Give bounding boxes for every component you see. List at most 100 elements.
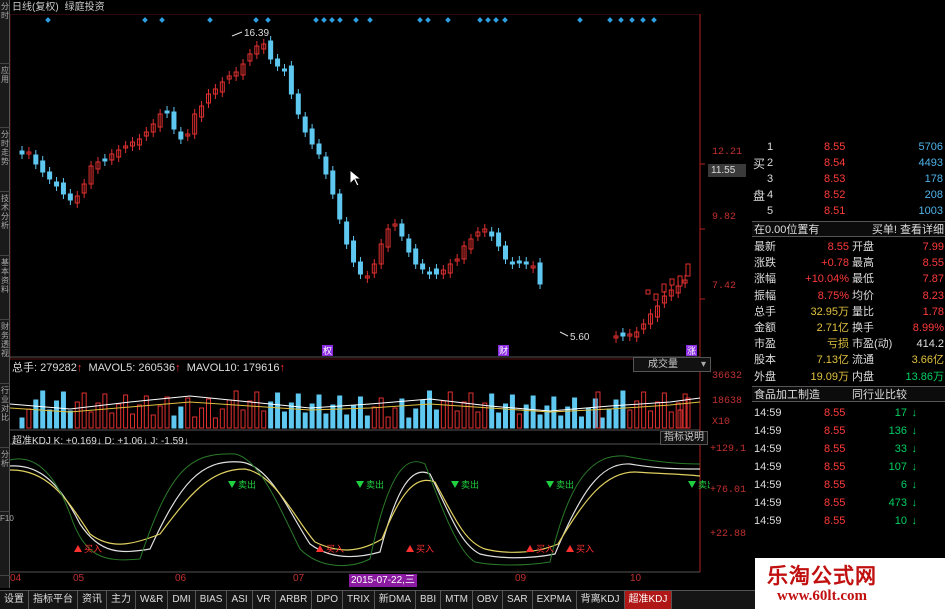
volume-bar [578, 416, 584, 429]
leftbar-item[interactable]: 行业对比 [0, 386, 10, 448]
leftbar-item[interactable]: 财务透视 [0, 322, 10, 384]
quote-value: 7.87 [922, 273, 944, 286]
leftbar-item[interactable]: 应用 [0, 66, 10, 128]
volume-bar [247, 400, 253, 429]
tick-price: 8.55 [824, 479, 846, 491]
price-panel-frame [10, 14, 701, 360]
volume-bar [240, 409, 246, 429]
quote-label: 外盘 [754, 370, 776, 383]
volume-bar [33, 399, 39, 429]
buy-signal-icon [74, 545, 82, 552]
tab-18[interactable]: 背离KDJ [577, 591, 625, 609]
event-marker[interactable]: 权 [323, 345, 332, 357]
bid-level: 1 [767, 141, 774, 153]
volume-bar [316, 394, 322, 429]
quote-value: 7.13亿 [816, 354, 849, 367]
leftbar-item[interactable]: 技术分析 [0, 194, 10, 256]
watermark-title: 乐淘公式网 [767, 564, 877, 588]
signal-marker [629, 17, 635, 23]
tab-14[interactable]: MTM [441, 591, 473, 609]
leftbar-item[interactable]: 基本资料 [0, 258, 10, 320]
volume-bar [475, 411, 481, 429]
volume-bar [102, 393, 108, 429]
volume-bar [54, 400, 60, 429]
leftbar-item[interactable]: 分时走势 [0, 130, 10, 192]
candle [420, 263, 426, 270]
tab-3[interactable]: 主力 [107, 591, 136, 609]
tab-5[interactable]: DMI [168, 591, 196, 609]
kdj-tick-2: +76.01 [710, 485, 747, 496]
indicator-tabs: 设置 指标平台 资讯 主力 W&R DMI BIAS ASI VR ARBR DPO TRIX 新DMA… [0, 590, 760, 609]
buy-signal-label: 买入 [326, 544, 344, 555]
signal-marker [425, 17, 431, 23]
signal-marker [253, 17, 259, 23]
tab-9[interactable]: ARBR [276, 591, 313, 609]
volume-bar [468, 392, 474, 429]
tick-row: 14:59 8.55 107 ↓ [752, 459, 945, 475]
candle [433, 268, 439, 275]
event-marker[interactable]: 财 [499, 345, 508, 357]
tab-13[interactable]: BBI [416, 591, 442, 609]
volume-bar [661, 392, 667, 429]
candle [275, 58, 281, 67]
leftbar-item[interactable]: F10 [0, 514, 14, 576]
sell-signal-icon [356, 481, 364, 488]
tab-8[interactable]: VR [253, 591, 276, 609]
orderbook-row[interactable]: 3 8.53 178 [752, 171, 945, 187]
signal-marker [618, 17, 624, 23]
leftbar-item[interactable]: 分析 [0, 450, 10, 512]
tab-11[interactable]: TRIX [343, 591, 375, 609]
volume-bar [74, 401, 80, 429]
tick-price: 8.55 [824, 497, 846, 509]
leftbar-item[interactable]: 分时 [0, 2, 10, 64]
tab-15[interactable]: OBV [473, 591, 504, 609]
candlestick-chart[interactable]: 16.39 5.60 权 财 涨卖出 卖出 卖出 卖出 卖出买入 买入 买入 买入 买入 [10, 14, 710, 574]
mouse-cursor-icon [349, 168, 363, 187]
tab-19[interactable]: 超准KDJ [624, 591, 673, 609]
event-marker[interactable]: 涨 [687, 346, 696, 357]
volume-bar [585, 407, 591, 429]
quote-value: 32.95万 [810, 305, 849, 318]
price-tick-1: 12.21 [712, 147, 743, 158]
quote-value: 8.55 [922, 257, 944, 270]
down-arrow-icon: ↓ [911, 479, 918, 491]
orderbook-row[interactable]: 1 8.55 5706 [752, 139, 945, 155]
down-arrow-icon: ↓ [911, 425, 918, 437]
quote-label: 振幅 [754, 289, 776, 302]
tab-4[interactable]: W&R [136, 591, 169, 609]
quote-label: 市盈(动) [852, 338, 893, 351]
tab-2[interactable]: 资讯 [78, 591, 107, 609]
indicator-help-button[interactable]: 指标说明 [660, 431, 708, 445]
tab-1[interactable]: 指标平台 [29, 591, 78, 609]
tab-7[interactable]: ASI [227, 591, 253, 609]
quote-label: 开盘 [852, 241, 874, 253]
position-bar[interactable]: 在0.00位置有 买单! 查看详细 [752, 221, 945, 237]
industry-bar[interactable]: 食品加工制造 同行业比较 [752, 386, 945, 402]
tab-6[interactable]: BIAS [196, 591, 228, 609]
orderbook-row[interactable]: 5 8.51 1003 [752, 203, 945, 219]
quote-value: +0.78 [821, 257, 849, 270]
orderbook-row[interactable]: 4 8.52 208 [752, 187, 945, 203]
volume-indicator-select[interactable]: 成交量 ▾ [633, 357, 711, 372]
tab-12[interactable]: 新DMA [375, 591, 416, 609]
tab-17[interactable]: EXPMA [533, 591, 577, 609]
quote-label: 市盈 [754, 338, 776, 351]
orderbook-row[interactable]: 2 8.54 4493 [752, 155, 945, 171]
quote-value: 3.66亿 [911, 354, 944, 367]
period-label[interactable]: 日线(复权) [12, 2, 59, 13]
down-arrow-icon: ↓ [911, 461, 918, 473]
candle [406, 238, 412, 253]
volume-bar [219, 408, 225, 429]
buy-signal-icon [526, 545, 534, 552]
tab-10[interactable]: DPO [312, 591, 343, 609]
volume-bar [537, 414, 543, 429]
bid-volume: 178 [924, 173, 943, 185]
cursor-date-badge: 2015-07-22,三 [349, 574, 417, 587]
down-arrow-icon: ↓ [911, 515, 918, 527]
volume-bar [136, 404, 142, 429]
tab-16[interactable]: SAR [503, 591, 533, 609]
tab-0[interactable]: 设置 [0, 591, 29, 609]
quote-value: 8.23 [922, 289, 944, 302]
bid-price: 8.54 [824, 157, 846, 169]
candle [295, 93, 301, 115]
